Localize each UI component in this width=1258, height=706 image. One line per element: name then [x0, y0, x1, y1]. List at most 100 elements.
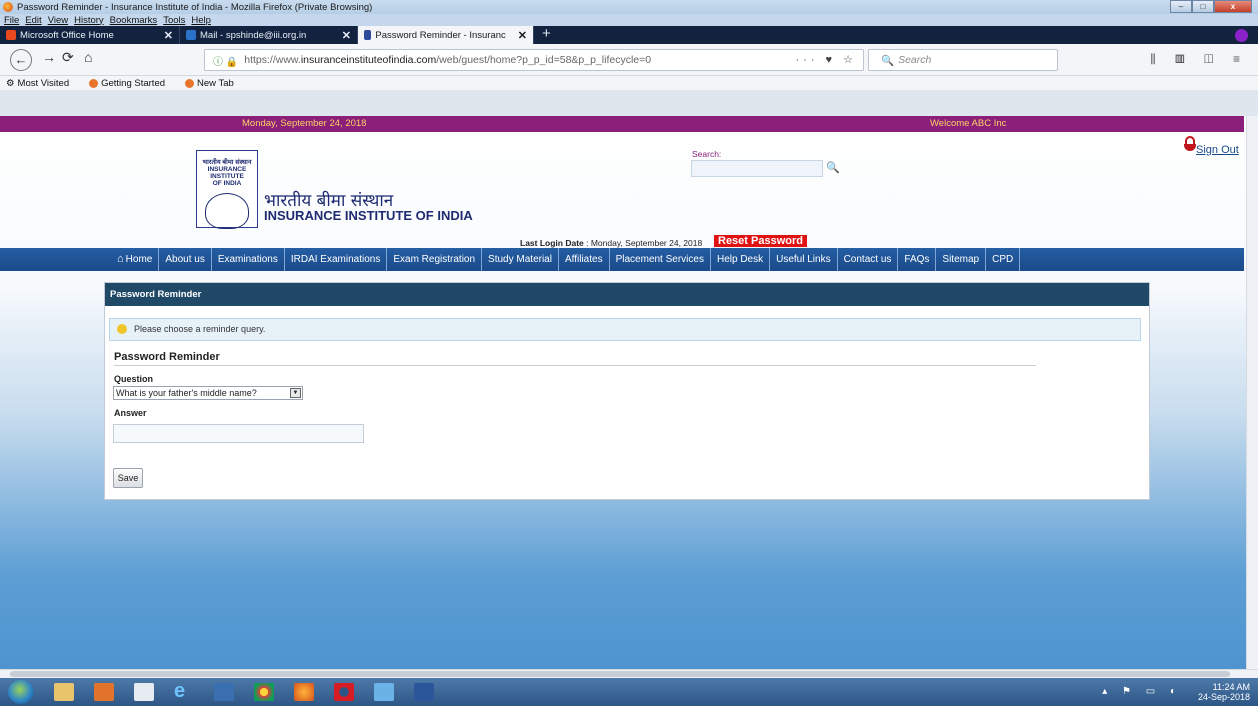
india-map-emblem	[205, 193, 249, 229]
bookmark-most-visited[interactable]: ⚙ Most Visited	[6, 78, 79, 89]
tab-bar: Microsoft Office Home ✕ Mail - spshinde@…	[0, 26, 1258, 44]
top-strip: Monday, September 24, 2018 Welcome ABC I…	[0, 116, 1244, 132]
last-login: Last Login Date : Monday, September 24, …	[520, 238, 703, 248]
nav-contact-us[interactable]: Contact us	[838, 248, 899, 271]
nav-cpd[interactable]: CPD	[986, 248, 1021, 271]
address-bar[interactable]: ⓘ 🔒 https://www.insuranceinstituteofindi…	[204, 49, 864, 71]
search-icon[interactable]: 🔍	[826, 161, 840, 174]
close-tab-icon[interactable]: ✕	[152, 29, 173, 42]
tab-label: Password Reminder - Insuranc	[375, 29, 506, 41]
page-viewport: Monday, September 24, 2018 Welcome ABC I…	[0, 116, 1258, 670]
system-tray-icons[interactable]: ▴ ⚑ ▭ ◐	[1102, 686, 1182, 697]
minimize-button[interactable]: –	[1170, 0, 1192, 13]
nav-faqs[interactable]: FAQs	[898, 248, 937, 271]
chrome-icon[interactable]	[254, 683, 274, 701]
close-window-button[interactable]: x	[1214, 0, 1252, 13]
nav-help-desk[interactable]: Help Desk	[711, 248, 771, 271]
site-name-english: INSURANCE INSTITUTE OF INDIA	[264, 208, 473, 223]
page-actions-icons[interactable]: ··· ♥ ☆	[796, 53, 858, 66]
menu-help[interactable]: Help	[191, 15, 211, 26]
bookmarks-bar: ⚙ Most Visited Getting Started New Tab	[0, 76, 1258, 90]
nav-exam-registration[interactable]: Exam Registration	[387, 248, 483, 271]
nav-placement-services[interactable]: Placement Services	[610, 248, 711, 271]
answer-input[interactable]	[113, 424, 364, 443]
reset-password-button[interactable]: Reset Password	[714, 235, 807, 247]
start-button[interactable]	[8, 680, 34, 704]
horizontal-scrollbar[interactable]	[0, 669, 1258, 678]
main-navigation: ⌂ Home About us Examinations IRDAI Examin…	[0, 248, 1244, 271]
chevron-down-icon[interactable]: ▼	[290, 388, 301, 398]
maximize-button[interactable]: □	[1192, 0, 1214, 13]
current-date: Monday, September 24, 2018	[242, 118, 367, 129]
nav-sitemap[interactable]: Sitemap	[936, 248, 987, 271]
forward-button[interactable]: →	[42, 49, 56, 65]
outlook-taskbar-icon[interactable]	[94, 683, 114, 701]
menu-bookmarks[interactable]: Bookmarks	[110, 15, 158, 26]
nav-home[interactable]: ⌂ Home	[111, 248, 160, 271]
home-button[interactable]: ⌂	[84, 49, 92, 65]
vertical-scrollbar[interactable]	[1246, 116, 1258, 670]
new-tab-button[interactable]: +	[534, 26, 559, 44]
tab-office-home[interactable]: Microsoft Office Home ✕	[0, 26, 180, 44]
file-explorer-icon[interactable]	[54, 683, 74, 701]
logo-text: भारतीय बीमा संस्थान INSURANCE INSTITUTE OF …	[202, 159, 252, 187]
menu-edit[interactable]: Edit	[25, 15, 41, 26]
menu-tools[interactable]: Tools	[163, 15, 185, 26]
sign-out-link[interactable]: Sign Out	[1196, 144, 1239, 156]
answer-label: Answer	[114, 408, 147, 418]
lock-icon: ⓘ 🔒	[213, 56, 239, 68]
internet-explorer-icon[interactable]: e	[174, 681, 194, 701]
scroll-thumb[interactable]	[10, 671, 1230, 677]
window-titlebar: Password Reminder - Insurance Institute …	[0, 0, 1258, 14]
word-icon[interactable]	[414, 683, 434, 701]
nav-useful-links[interactable]: Useful Links	[770, 248, 838, 271]
firefox-icon	[89, 78, 99, 88]
nav-irdai-examinations[interactable]: IRDAI Examinations	[285, 248, 388, 271]
close-tab-icon[interactable]: ✕	[330, 29, 351, 42]
browser-search-input[interactable]: 🔍 Search	[868, 49, 1058, 71]
nav-study-material[interactable]: Study Material	[482, 248, 559, 271]
window-title: Password Reminder - Insurance Institute …	[17, 1, 373, 13]
nav-examinations[interactable]: Examinations	[212, 248, 285, 271]
outlook-icon	[186, 30, 196, 40]
bookmark-new-tab[interactable]: New Tab	[185, 78, 244, 89]
menu-view[interactable]: View	[48, 15, 68, 26]
back-button[interactable]: ←	[10, 49, 32, 71]
lightbulb-icon	[117, 324, 127, 334]
firefox-icon[interactable]	[294, 683, 314, 701]
menu-history[interactable]: History	[74, 15, 104, 26]
nav-affiliates[interactable]: Affiliates	[559, 248, 610, 271]
search-placeholder: Search	[898, 54, 932, 66]
close-tab-icon[interactable]: ✕	[506, 29, 527, 42]
save-button[interactable]: Save	[113, 468, 143, 488]
firefox-icon	[3, 2, 13, 12]
question-label: Question	[114, 374, 154, 384]
nav-about-us[interactable]: About us	[159, 248, 212, 271]
opera-icon[interactable]	[334, 683, 354, 701]
clock-time: 11:24 AM	[1212, 682, 1250, 692]
firefox-icon	[185, 78, 195, 88]
navigation-toolbar: ← → ⟳ ⌂ ⓘ 🔒 https://www.insuranceinstitu…	[0, 44, 1258, 76]
site-search-input[interactable]	[691, 160, 823, 177]
toolbar-right-icons[interactable]: ⫼ ▥ ◫ ≡	[1150, 52, 1248, 67]
reload-button[interactable]: ⟳	[62, 49, 74, 66]
welcome-text: Welcome ABC Inc	[930, 118, 1007, 129]
folder-icon[interactable]	[374, 683, 394, 701]
url-text: https://www.insuranceinstituteofindia.co…	[244, 54, 652, 66]
windows-taskbar: e ▴ ⚑ ▭ ◐ 11:24 AM 24-Sep-2018	[0, 678, 1258, 706]
home-icon: ⌂	[117, 253, 124, 265]
section-title: Password Reminder	[114, 351, 220, 363]
clock[interactable]: 11:24 AM 24-Sep-2018	[1198, 682, 1250, 702]
menu-file[interactable]: File	[4, 15, 19, 26]
question-select[interactable]: What is your father's middle name? ▼	[113, 386, 303, 400]
bookmark-getting-started[interactable]: Getting Started	[89, 78, 175, 89]
question-value: What is your father's middle name?	[116, 388, 257, 398]
app-icon[interactable]	[214, 683, 234, 701]
institute-logo[interactable]: भारतीय बीमा संस्थान INSURANCE INSTITUTE OF …	[196, 150, 258, 229]
tab-mail[interactable]: Mail - spshinde@iii.org.in ✕	[180, 26, 358, 44]
document-icon[interactable]	[134, 683, 154, 701]
site-favicon-icon	[364, 30, 372, 40]
tab-label: Mail - spshinde@iii.org.in	[200, 29, 307, 41]
lock-icon[interactable]	[1184, 136, 1196, 151]
tab-password-reminder[interactable]: Password Reminder - Insuranc ✕	[358, 26, 534, 44]
